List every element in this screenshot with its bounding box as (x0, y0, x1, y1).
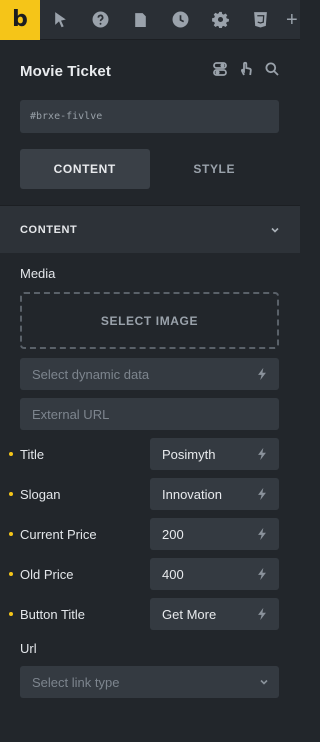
cursor-icon[interactable] (40, 0, 80, 40)
title-label: Title (20, 447, 45, 462)
button-title-label: Button Title (20, 607, 86, 622)
title-indicator-dot (9, 452, 13, 456)
current-price-value: 200 (162, 526, 184, 542)
slogan-input[interactable]: Innovation (150, 478, 279, 510)
button-title-value: Get More (162, 606, 217, 622)
select-image-button[interactable]: SELECT IMAGE (20, 292, 279, 349)
css3-icon[interactable] (240, 0, 280, 40)
help-icon[interactable] (80, 0, 120, 40)
current-price-input[interactable]: 200 (150, 518, 279, 550)
old-price-input[interactable]: 400 (150, 558, 279, 590)
tab-style[interactable]: STYLE (150, 149, 280, 189)
add-icon[interactable]: + (280, 0, 300, 40)
toggle-icon[interactable] (212, 61, 228, 82)
link-type-placeholder: Select link type (32, 674, 120, 690)
old-price-indicator-dot (9, 572, 13, 576)
search-icon[interactable] (264, 61, 280, 82)
slogan-indicator-dot (9, 492, 13, 496)
chevron-down-icon (260, 679, 268, 685)
top-toolbar: b + (0, 0, 300, 40)
bolt-icon[interactable] (255, 447, 269, 461)
page-icon[interactable] (120, 0, 160, 40)
external-url-placeholder: External URL (32, 406, 110, 422)
slogan-label: Slogan (20, 487, 61, 502)
title-value: Posimyth (162, 446, 216, 462)
chevron-down-icon (271, 227, 279, 233)
url-label: Url (20, 641, 37, 656)
button-title-input[interactable]: Get More (150, 598, 279, 630)
history-icon[interactable] (160, 0, 200, 40)
media-label: Media (20, 266, 56, 281)
section-label: CONTENT (20, 223, 78, 236)
logo-button[interactable]: b (0, 0, 40, 40)
panel-header: Movie Ticket (20, 58, 280, 84)
bolt-icon[interactable] (255, 607, 269, 621)
dynamic-data-placeholder: Select dynamic data (32, 366, 150, 382)
old-price-label: Old Price (20, 567, 74, 582)
link-type-select[interactable]: Select link type (20, 666, 279, 698)
current-price-label: Current Price (20, 527, 97, 542)
slogan-value: Innovation (162, 486, 222, 502)
title-input[interactable]: Posimyth (150, 438, 279, 470)
settings-icon[interactable] (200, 0, 240, 40)
tab-content[interactable]: CONTENT (20, 149, 150, 189)
current-price-indicator-dot (9, 532, 13, 536)
bolt-icon[interactable] (255, 367, 269, 381)
content-section-header[interactable]: CONTENT (0, 205, 300, 253)
dynamic-data-select[interactable]: Select dynamic data (20, 358, 279, 390)
element-title: Movie Ticket (20, 62, 111, 80)
button-title-indicator-dot (9, 612, 13, 616)
bolt-icon[interactable] (255, 527, 269, 541)
hand-pointer-icon[interactable] (238, 61, 254, 82)
old-price-value: 400 (162, 566, 184, 582)
external-url-input[interactable]: External URL (20, 398, 279, 430)
element-id-field[interactable]: #brxe-fivlve (20, 100, 279, 133)
header-actions (212, 61, 280, 82)
panel-tabs: CONTENT STYLE (20, 149, 279, 189)
bolt-icon[interactable] (255, 487, 269, 501)
bolt-icon[interactable] (255, 567, 269, 581)
